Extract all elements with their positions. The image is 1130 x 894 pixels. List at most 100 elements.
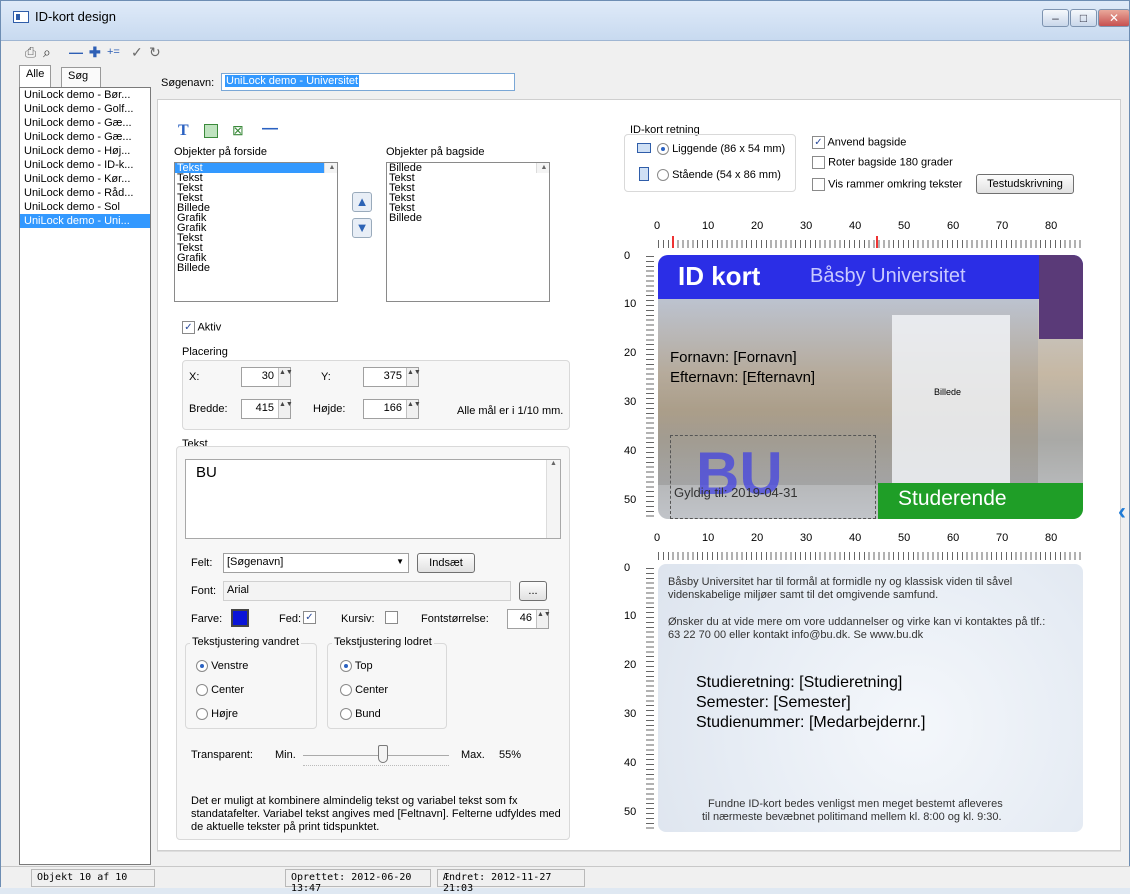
search-input[interactable]: UniLock demo - Universitet: [221, 73, 515, 91]
bredde-field[interactable]: 415 ▲▼: [241, 399, 293, 419]
placering-title: Placering: [182, 346, 228, 358]
refresh-icon[interactable]: ↻: [149, 44, 161, 61]
orientation-group: Liggende (86 x 54 mm) Stående (54 x 86 m…: [624, 134, 796, 192]
move-down-button[interactable]: ▼: [352, 218, 372, 238]
text-content-area[interactable]: BU ▲: [185, 459, 561, 539]
list-item[interactable]: UniLock demo - Kør...: [20, 172, 150, 186]
hojde-field[interactable]: 166 ▲▼: [363, 399, 421, 419]
check-icon[interactable]: ✓: [131, 44, 143, 61]
h-align-center[interactable]: Center: [196, 684, 244, 697]
minimize-button[interactable]: –: [1042, 9, 1069, 27]
orientation-portrait[interactable]: Stående (54 x 86 mm): [657, 169, 781, 182]
remove-icon[interactable]: —: [69, 44, 83, 60]
horizontal-scrollbar[interactable]: [157, 851, 1121, 865]
fontsize-spinner[interactable]: ▲▼: [536, 610, 551, 628]
photo-placeholder[interactable]: Billede: [892, 315, 1010, 483]
text-area-scrollbar[interactable]: ▲: [546, 460, 560, 538]
list-item[interactable]: UniLock demo - Gæ...: [20, 116, 150, 130]
y-field[interactable]: 375 ▲▼: [363, 367, 421, 387]
front-ruler-x: 0 10 20 30 40 50 60 70 80: [654, 220, 1086, 250]
rotate-back-checkbox[interactable]: Roter bagside 180 grader: [812, 156, 953, 169]
back-field-studieretning: Studieretning: [Studieretning]: [696, 674, 903, 691]
fontsize-field[interactable]: 46 ▲▼: [507, 609, 551, 629]
v-align-top[interactable]: Top: [340, 660, 373, 673]
hojde-spinner[interactable]: ▲▼: [406, 400, 421, 418]
ruler-tick-label: 0: [624, 562, 631, 574]
transparent-label: Transparent:: [191, 749, 253, 761]
add-icon[interactable]: ✚: [89, 44, 101, 61]
radio-label: Venstre: [211, 660, 249, 672]
text-tool-icon[interactable]: T: [178, 122, 189, 140]
felt-select[interactable]: [Søgenavn] ▼: [223, 553, 409, 573]
design-list[interactable]: UniLock demo - Bør... UniLock demo - Gol…: [19, 87, 151, 865]
list-item-selected[interactable]: UniLock demo - Uni...: [20, 214, 150, 228]
h-align-venstre[interactable]: Venstre: [196, 660, 249, 673]
kursiv-checkbox[interactable]: [385, 611, 398, 624]
orientation-landscape[interactable]: Liggende (86 x 54 mm): [657, 143, 786, 156]
list-item[interactable]: UniLock demo - ID-k...: [20, 158, 150, 172]
ruler-tick-label: 40: [624, 445, 637, 457]
aktiv-checkbox[interactable]: ✓ Aktiv: [182, 321, 221, 334]
tab-alle[interactable]: Alle: [19, 65, 52, 87]
ruler-ticks: [646, 568, 654, 830]
back-objects-list[interactable]: Billede Tekst Tekst Tekst Tekst Billede …: [386, 162, 550, 302]
binoculars-icon[interactable]: ⌕: [43, 44, 51, 61]
transparent-max: Max.: [461, 749, 485, 761]
transparency-slider-track[interactable]: [303, 755, 449, 756]
v-align-title: Tekstjustering lodret: [332, 636, 434, 648]
move-up-button[interactable]: ▲: [352, 192, 372, 212]
radio-mark: [340, 708, 352, 721]
v-align-bund[interactable]: Bund: [340, 708, 381, 721]
transparency-slider-thumb[interactable]: [378, 745, 389, 763]
checkbox-mark: [812, 178, 825, 191]
close-button[interactable]: ✕: [1098, 9, 1130, 27]
add-list-icon[interactable]: +=: [107, 46, 120, 58]
radio-mark: [657, 169, 669, 182]
x-field[interactable]: 30 ▲▼: [241, 367, 293, 387]
list-item[interactable]: UniLock demo - Gæ...: [20, 130, 150, 144]
h-align-group: Tekstjustering vandret Venstre Center Hø…: [185, 636, 317, 729]
help-text: Det er muligt at kombinere almindelig te…: [191, 795, 561, 833]
use-back-checkbox[interactable]: ✓ Anvend bagside: [812, 136, 906, 149]
indsaet-button[interactable]: Indsæt: [417, 553, 475, 573]
list-item[interactable]: UniLock demo - Råd...: [20, 186, 150, 200]
bredde-spinner[interactable]: ▲▼: [278, 400, 293, 418]
front-objects-list[interactable]: Tekst Tekst Tekst Tekst Billede Grafik G…: [174, 162, 338, 302]
x-spinner[interactable]: ▲▼: [278, 368, 293, 386]
test-print-button[interactable]: Testudskrivning: [976, 174, 1074, 194]
show-frames-checkbox[interactable]: Vis rammer omkring tekster: [812, 178, 962, 191]
y-spinner[interactable]: ▲▼: [406, 368, 421, 386]
color-swatch[interactable]: [231, 609, 249, 627]
x-label: X:: [189, 371, 200, 383]
selection-frame[interactable]: [670, 435, 876, 519]
card-front-preview[interactable]: ID kort Båsby Universitet Fornavn: [Forn…: [658, 255, 1083, 519]
list-item[interactable]: Billede: [175, 263, 337, 274]
printer-icon[interactable]: ⎙: [25, 44, 36, 61]
font-browse-button[interactable]: ...: [519, 581, 547, 601]
v-align-center[interactable]: Center: [340, 684, 388, 697]
font-field[interactable]: Arial: [223, 581, 511, 601]
radio-mark: [196, 708, 208, 721]
list-item[interactable]: Billede: [387, 213, 549, 224]
maximize-button[interactable]: □: [1070, 9, 1097, 27]
placering-box: X: 30 ▲▼ Y: 375 ▲▼ Bredde: 415 ▲▼ Højde: 16…: [182, 360, 570, 430]
list-item[interactable]: UniLock demo - Høj...: [20, 144, 150, 158]
h-align-hojre[interactable]: Højre: [196, 708, 238, 721]
graphic-tool-icon[interactable]: ⊠: [232, 122, 244, 139]
line-tool-icon[interactable]: —: [262, 120, 278, 138]
radio-label: Liggende (86 x 54 mm): [672, 143, 786, 155]
text-content-value: BU: [196, 464, 217, 481]
fontsize-label: Fontstørrelse:: [421, 613, 489, 625]
back-list-scrollbar[interactable]: ▲: [536, 163, 549, 173]
front-list-scrollbar[interactable]: ▲: [324, 163, 337, 173]
tab-sog[interactable]: Søg: [61, 67, 101, 87]
image-tool-icon[interactable]: [204, 124, 218, 138]
list-item[interactable]: UniLock demo - Sol: [20, 200, 150, 214]
collapse-arrow-icon[interactable]: ‹: [1118, 498, 1126, 526]
list-item[interactable]: UniLock demo - Bør...: [20, 88, 150, 102]
fed-checkbox[interactable]: ✓: [303, 611, 316, 624]
radio-mark: [340, 684, 352, 697]
card-back-preview[interactable]: Båsby Universitet har til formål at form…: [658, 564, 1083, 832]
list-item[interactable]: UniLock demo - Golf...: [20, 102, 150, 116]
radio-mark: [196, 684, 208, 697]
